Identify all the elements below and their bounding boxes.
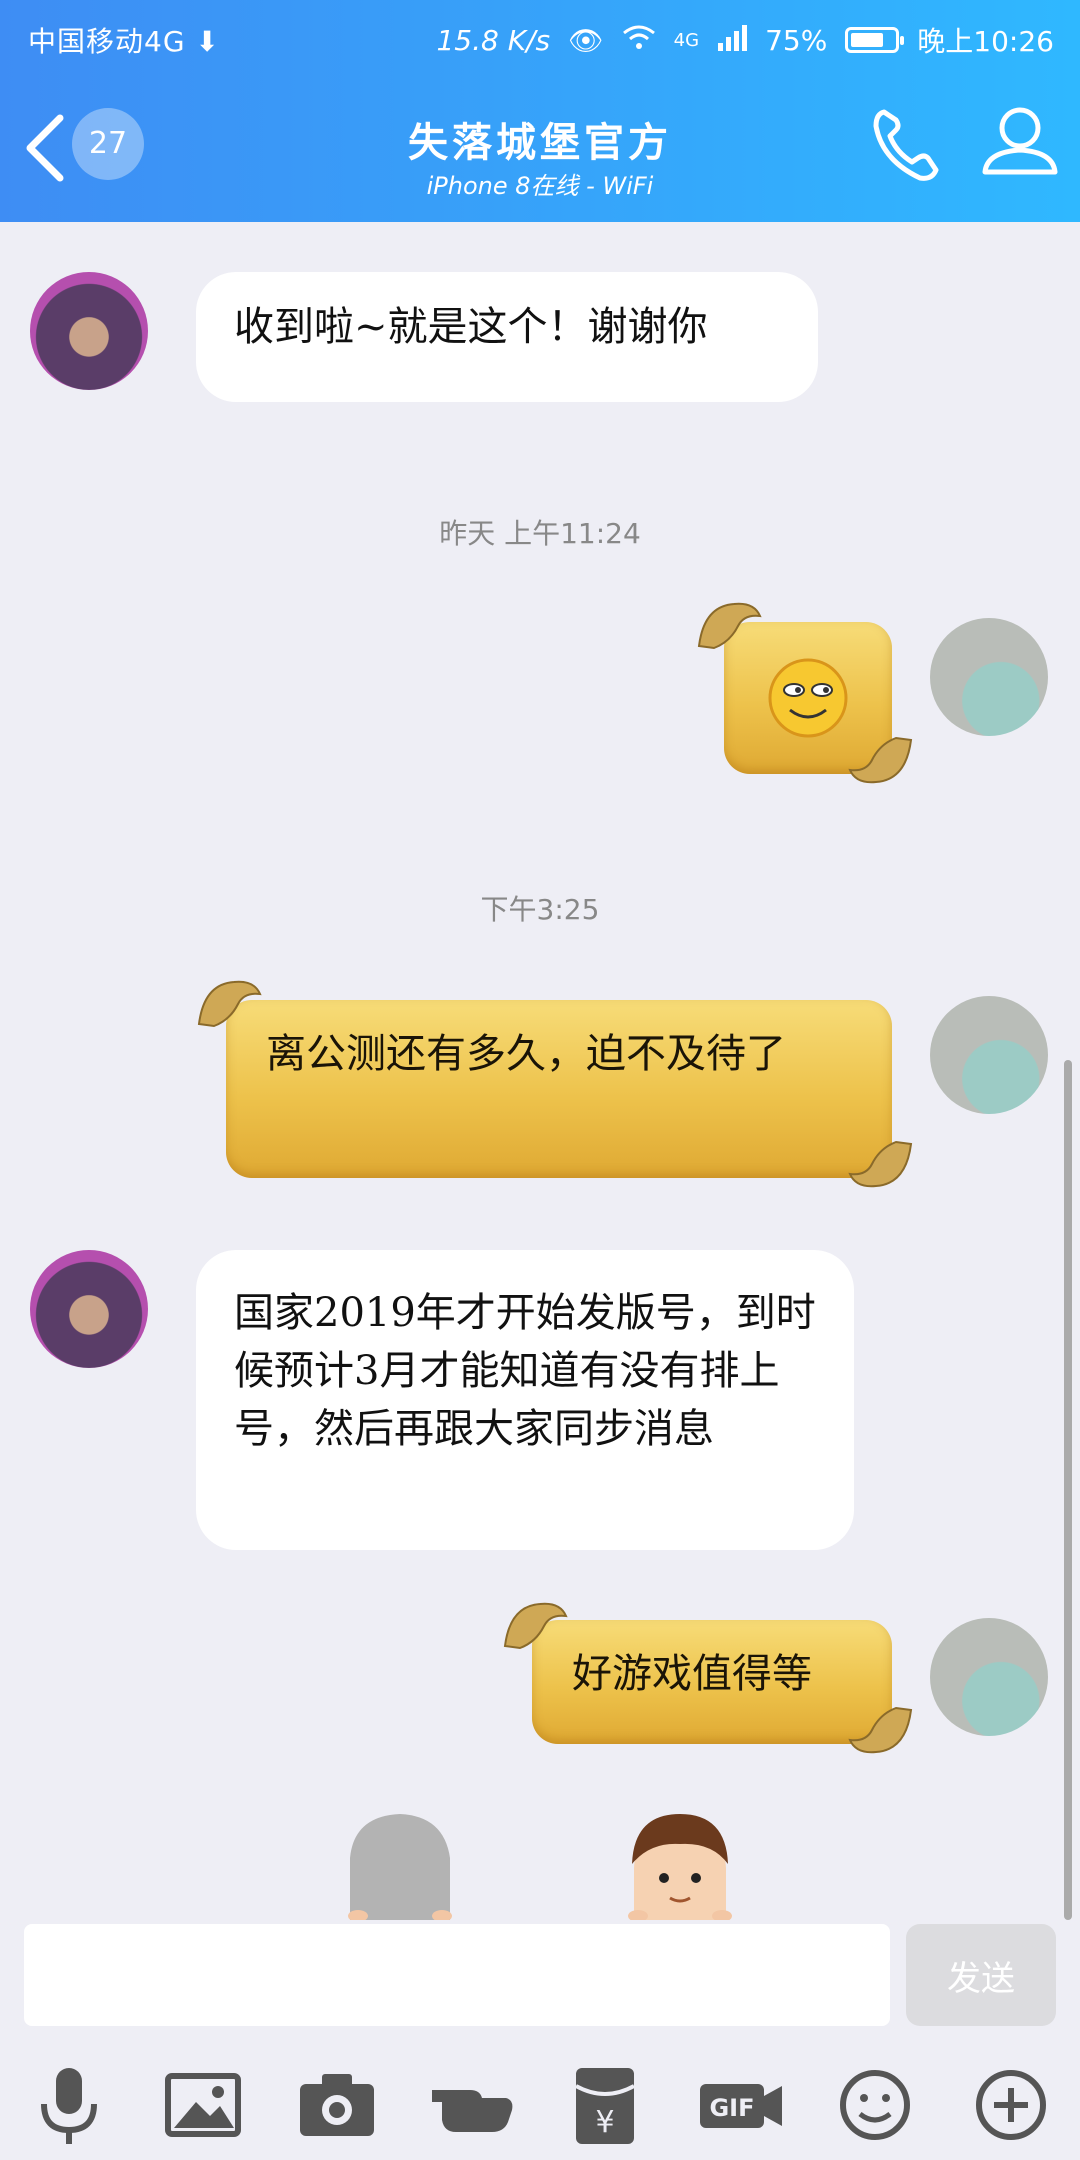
wifi-icon: [622, 23, 656, 58]
dragon-decoration-icon: [848, 736, 913, 784]
svg-text:GIF: GIF: [709, 2094, 754, 2122]
call-button[interactable]: [868, 100, 948, 190]
avatar[interactable]: [930, 618, 1048, 736]
plus-icon: [976, 2070, 1046, 2140]
dragon-decoration-icon: [503, 1602, 568, 1650]
message-text: 好游戏值得等: [572, 1651, 812, 1697]
dragon-decoration-icon: [848, 1140, 913, 1188]
peeking-character-boy[interactable]: [620, 1808, 740, 1920]
dragon-decoration-icon: [197, 980, 262, 1028]
chevron-left-icon: [26, 114, 64, 182]
message-text: 国家2019年才开始发版号，到时候预计3月才能知道有没有排上号，然后再跟大家同步…: [234, 1290, 816, 1452]
timestamp: 昨天 上午11:24: [439, 517, 641, 550]
send-button[interactable]: 发送: [906, 1924, 1056, 2026]
avatar[interactable]: [30, 1250, 148, 1368]
profile-button[interactable]: [975, 100, 1065, 190]
gif-button[interactable]: GIF: [696, 2060, 786, 2150]
camera-button[interactable]: [292, 2060, 382, 2150]
scrollbar[interactable]: [1064, 1060, 1072, 1920]
battery-percent: 75%: [765, 23, 828, 57]
message-text: 收到啦~就是这个！谢谢你: [234, 304, 708, 350]
voice-button[interactable]: [24, 2060, 114, 2150]
emoji-button[interactable]: [830, 2060, 920, 2150]
gif-icon: GIF: [700, 2084, 782, 2128]
message-input[interactable]: [24, 1924, 890, 2026]
microphone-icon: [41, 2068, 97, 2144]
message-bubble-incoming[interactable]: 收到啦~就是这个！谢谢你: [196, 272, 818, 402]
dragon-decoration-icon: [697, 602, 762, 650]
image-icon: [165, 2073, 241, 2137]
composer: 发送 ¥ GIF: [0, 1920, 1080, 2160]
online-status: iPhone 8在线 - WiFi: [426, 172, 654, 200]
download-icon: ⬇: [195, 25, 220, 58]
clock: 晚上10:26: [917, 25, 1054, 58]
network-type: 4G: [673, 29, 700, 51]
phone-icon: [873, 109, 939, 181]
page-title[interactable]: 失落城堡官方: [300, 110, 780, 168]
svg-text:¥: ¥: [595, 2105, 614, 2140]
avatar[interactable]: [930, 1618, 1048, 1736]
timestamp: 下午3:25: [480, 893, 600, 926]
chat-header: 中国移动4G ⬇ 15.8 K/s 👁 4G 75% 晚上10:26 27 失落…: [0, 0, 1080, 222]
avatar[interactable]: [930, 996, 1048, 1114]
poke-button[interactable]: [426, 2060, 516, 2150]
status-bar: 中国移动4G ⬇ 15.8 K/s 👁 4G 75% 晚上10:26: [0, 0, 1080, 78]
message-bubble-incoming[interactable]: 国家2019年才开始发版号，到时候预计3月才能知道有没有排上号，然后再跟大家同步…: [196, 1250, 854, 1550]
navigation-bar: 27 失落城堡官方 iPhone 8在线 - WiFi: [0, 100, 1080, 210]
emoji-icon: [840, 2070, 910, 2140]
poke-hand-icon: [432, 2090, 513, 2132]
camera-icon: [300, 2074, 374, 2136]
peeking-character-gray[interactable]: [340, 1808, 460, 1920]
image-button[interactable]: [158, 2060, 248, 2150]
message-bubble-outgoing[interactable]: 离公测还有多久，迫不及待了: [226, 1000, 892, 1178]
battery-icon: [845, 27, 905, 53]
eye-icon: 👁: [568, 23, 604, 57]
unread-badge[interactable]: 27: [72, 108, 144, 180]
carrier-text: 中国移动4G: [28, 25, 186, 58]
signal-icon: [717, 23, 748, 58]
red-packet-icon: ¥: [575, 2068, 635, 2144]
input-toolbar: ¥ GIF: [0, 2060, 1080, 2156]
network-speed: 15.8 K/s: [436, 23, 551, 57]
dragon-decoration-icon: [848, 1706, 913, 1754]
message-text: 离公测还有多久，迫不及待了: [266, 1031, 786, 1077]
red-packet-button[interactable]: ¥: [560, 2060, 650, 2150]
back-button[interactable]: [20, 108, 72, 188]
more-button[interactable]: [966, 2060, 1056, 2150]
avatar[interactable]: [30, 272, 148, 390]
person-icon: [982, 107, 1058, 175]
message-bubble-outgoing[interactable]: 好游戏值得等: [532, 1620, 892, 1744]
